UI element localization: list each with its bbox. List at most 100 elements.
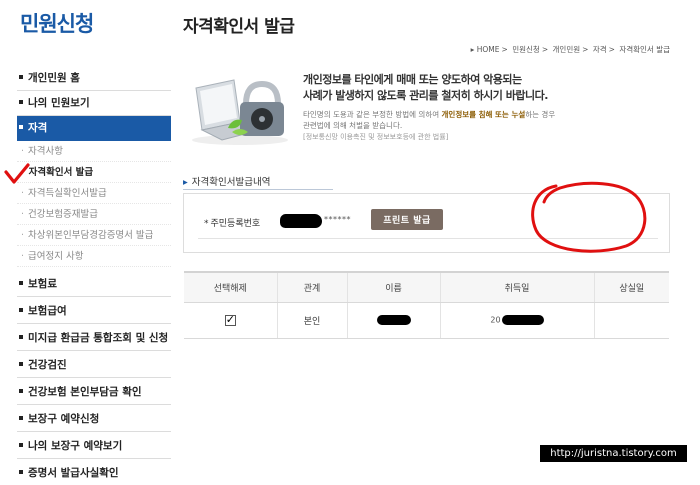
submenu-item-certificate-issue[interactable]: · 자격확인서 발급 — [17, 162, 171, 183]
breadcrumb: ▸ HOME > 민원신청 > 개인민원 > 자격 > 자격확인서 발급 — [471, 44, 670, 55]
section-divider — [183, 189, 333, 190]
notice-headline-2: 사례가 발생하지 않도록 관리를 철저히 하시기 바랍니다. — [303, 89, 548, 102]
redaction-mark — [280, 214, 322, 228]
breadcrumb-sep: > — [582, 45, 589, 54]
dot-icon: · — [21, 209, 25, 220]
redaction-mark — [376, 314, 411, 325]
notice-detail-text: 하는 경우 — [525, 110, 556, 119]
sidebar-item-certificate-verify[interactable]: 증명서 발급사실확인 — [17, 461, 171, 485]
sidebar-menu: 개인민원 홈 나의 민원보기 자격 · 자격사항 · 자격확인서 발급 · 자격득실확… — [17, 66, 171, 485]
submenu-label: 자격득실확인서발급 — [28, 188, 107, 199]
sidebar-item-label: 미지급 환급금 통합조회 및 신청 — [28, 332, 169, 344]
sidebar-item-label: 증명서 발급사실확인 — [28, 467, 119, 479]
sidebar-item-qualification[interactable]: 자격 — [17, 116, 171, 141]
breadcrumb-arrow-icon: ▸ — [470, 45, 475, 54]
submenu-item-benefit-suspension[interactable]: · 급여정지 사항 — [17, 246, 171, 267]
section-heading: ▸ 자격확인서발급내역 — [183, 174, 270, 188]
submenu-item-card-reissue[interactable]: · 건강보험증재발급 — [17, 204, 171, 225]
sidebar: 민원신청 개인민원 홈 나의 민원보기 자격 · 자격사항 · 자격확인서 발급 ·… — [0, 0, 171, 485]
sidebar-item-refund[interactable]: 미지급 환급금 통합조회 및 신청 — [17, 326, 171, 351]
name-cell — [347, 302, 441, 339]
rrn-value: ****** — [280, 214, 360, 228]
print-issue-button[interactable]: 프린트 발급 — [371, 209, 443, 230]
sidebar-item-checkup[interactable]: 건강검진 — [17, 353, 171, 378]
bullet-icon — [19, 308, 23, 312]
sidebar-item-premium[interactable]: 보험료 — [17, 272, 171, 297]
sidebar-item-my-device-reservations[interactable]: 나의 보장구 예약보기 — [17, 434, 171, 459]
sidebar-title: 민원신청 — [20, 12, 94, 36]
rrn-label-text: 주민등록번호 — [210, 219, 261, 229]
bullet-icon — [19, 335, 23, 339]
sidebar-item-my-requests[interactable]: 나의 민원보기 — [17, 91, 171, 116]
column-header-relation: 관계 — [277, 271, 348, 303]
sidebar-item-copay-check[interactable]: 건강보험 본인부담금 확인 — [17, 380, 171, 405]
breadcrumb-sep: > — [501, 45, 508, 54]
relation-cell: 본인 — [277, 302, 348, 339]
red-circle-annotation — [531, 181, 647, 253]
red-checkmark-annotation — [4, 163, 30, 184]
sidebar-item-label: 자격 — [28, 122, 48, 134]
breadcrumb-item[interactable]: 개인민원 — [553, 45, 581, 54]
notice-detail-highlight: 개인정보를 침해 또는 누설 — [441, 110, 526, 119]
acquired-date-prefix: 20 — [490, 315, 501, 325]
acquired-cell: 20 — [440, 302, 595, 339]
table-header-row: 선택해제 관계 이름 취득일 상실일 — [184, 271, 669, 303]
column-header-lost: 상실일 — [594, 271, 669, 303]
submenu-item-gain-loss-certificate[interactable]: · 자격득실확인서발급 — [17, 183, 171, 204]
breadcrumb-sep: > — [541, 45, 549, 54]
breadcrumb-sep: > — [608, 45, 615, 54]
sidebar-item-label: 보장구 예약신청 — [28, 413, 100, 425]
submenu-label: 건강보험증재발급 — [28, 209, 98, 220]
select-cell — [184, 302, 278, 339]
arrow-icon: ▸ — [183, 177, 188, 188]
bullet-icon — [19, 281, 23, 285]
sidebar-item-device-reservation[interactable]: 보장구 예약신청 — [17, 407, 171, 432]
sidebar-item-label: 보험료 — [28, 278, 57, 290]
breadcrumb-item[interactable]: 자격 — [593, 45, 607, 54]
dot-icon: · — [21, 146, 25, 157]
dot-icon: · — [21, 251, 25, 262]
submenu-label: 차상위본인부담경감증명서 발급 — [28, 230, 154, 241]
bullet-icon — [19, 100, 23, 104]
bullet-icon — [19, 362, 23, 366]
notice-source: [정보통신망 이용촉진 및 정보보호등에 관한 법률] — [303, 133, 449, 141]
sidebar-item-benefits[interactable]: 보험급여 — [17, 299, 171, 324]
main-content: 자격확인서 발급 ▸ HOME > 민원신청 > 개인민원 > 자격 > 자격확인서 발… — [171, 0, 700, 485]
column-header-select[interactable]: 선택해제 — [184, 271, 278, 303]
submenu-item-copay-reduction[interactable]: · 차상위본인부담경감증명서 발급 — [17, 225, 171, 246]
bullet-icon: * — [204, 219, 209, 229]
blog-watermark: http://juristna.tistory.com — [540, 445, 687, 462]
notice-detail-text: 타인명의 도용과 같은 부정한 방법에 의하여 — [303, 110, 442, 119]
rrn-label: * 주민등록번호 — [204, 216, 260, 229]
bullet-icon — [19, 443, 23, 447]
submenu-item-qualification-info[interactable]: · 자격사항 — [17, 141, 171, 162]
bullet-icon — [19, 470, 23, 474]
laptop-padlock-icon — [192, 79, 288, 145]
page-title: 자격확인서 발급 — [183, 17, 295, 37]
bullet-icon — [19, 125, 23, 129]
lost-cell — [594, 302, 669, 339]
redaction-mark — [501, 314, 544, 325]
sidebar-item-personal-home[interactable]: 개인민원 홈 — [17, 66, 171, 91]
dot-icon: · — [21, 188, 25, 199]
table-row: 본인 20 — [184, 302, 669, 339]
section-heading-label: 자격확인서발급내역 — [191, 177, 271, 188]
sidebar-item-label: 개인민원 홈 — [28, 72, 80, 84]
submenu-label: 자격사항 — [28, 146, 63, 157]
dot-icon: · — [21, 230, 25, 241]
breadcrumb-item-home[interactable]: HOME — [477, 45, 500, 54]
sidebar-submenu: · 자격사항 · 자격확인서 발급 · 자격득실확인서발급 · 건강보험증재발급 · 차상… — [17, 141, 171, 270]
sidebar-item-label: 나의 보장구 예약보기 — [28, 440, 123, 452]
notice-detail-text: 관련법에 의해 처벌을 받습니다. — [303, 121, 403, 130]
bullet-icon — [19, 75, 23, 79]
privacy-notice: 개인정보를 타인에게 매매 또는 양도하여 악용되는 사례가 발생하지 않도록 … — [188, 70, 668, 155]
certificate-table: 선택해제 관계 이름 취득일 상실일 본인 20 — [184, 271, 669, 339]
bullet-icon — [19, 416, 23, 420]
sidebar-item-label: 나의 민원보기 — [28, 97, 90, 109]
column-header-name: 이름 — [347, 271, 441, 303]
row-checkbox[interactable] — [224, 313, 236, 326]
breadcrumb-item[interactable]: 민원신청 — [512, 45, 540, 54]
sidebar-item-label: 건강검진 — [28, 359, 67, 371]
breadcrumb-item-current: 자격확인서 발급 — [619, 45, 670, 54]
bullet-icon — [19, 389, 23, 393]
